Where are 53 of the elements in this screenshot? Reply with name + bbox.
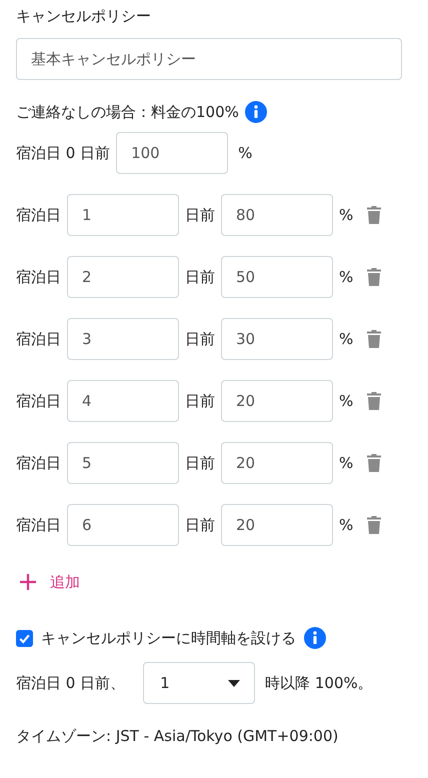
percent-unit: % (339, 206, 354, 224)
info-icon[interactable] (244, 101, 267, 123)
policy-name-field[interactable]: 基本キャンセルポリシー (16, 38, 402, 80)
row-label: 宿泊日 (16, 392, 61, 410)
section-title: キャンセルポリシー (16, 6, 152, 27)
days-field[interactable]: 3 (67, 318, 179, 360)
days-unit: 日前 (185, 454, 215, 472)
no-contact-text: ご連絡なしの場合：料金の100% (16, 102, 239, 122)
days-unit: 日前 (185, 330, 215, 348)
row-label: 宿泊日 (16, 516, 61, 534)
add-button[interactable]: 追加 (16, 570, 84, 594)
percent-field[interactable]: 30 (221, 318, 333, 360)
row-label: 宿泊日 (16, 330, 61, 348)
plus-icon (20, 574, 36, 590)
timezone-text: タイムゾーン: JST - Asia/Tokyo (GMT+09:00) (16, 726, 340, 747)
trash-icon[interactable] (367, 392, 382, 410)
days-field[interactable]: 4 (67, 380, 179, 422)
percent-unit: % (339, 330, 354, 348)
row-label: 宿泊日 (16, 268, 61, 286)
percent-unit: % (339, 516, 354, 534)
percent-field[interactable]: 80 (221, 194, 333, 236)
percent-field[interactable]: 20 (221, 380, 333, 422)
trash-icon[interactable] (367, 330, 382, 348)
caret-icon (228, 680, 240, 686)
hour-select[interactable]: 1 (143, 662, 256, 704)
row-label: 宿泊日 0 日前 (16, 144, 110, 162)
trash-icon[interactable] (367, 268, 382, 286)
trash-icon[interactable] (367, 454, 382, 472)
percent-field[interactable]: 20 (221, 504, 333, 546)
checkbox[interactable] (16, 630, 33, 646)
days-unit: 日前 (185, 392, 215, 410)
days-unit: 日前 (185, 268, 215, 286)
days-field[interactable]: 5 (67, 442, 179, 484)
row-label: 宿泊日 (16, 454, 61, 472)
trash-icon[interactable] (367, 516, 382, 534)
percent-unit: % (339, 268, 354, 286)
days-unit: 日前 (185, 516, 215, 534)
info-icon[interactable] (304, 627, 326, 649)
rule-prefix: 宿泊日 0 日前、 (16, 674, 126, 692)
days-unit: 日前 (185, 206, 215, 224)
checkbox-label: キャンセルポリシーに時間軸を設ける (41, 628, 296, 648)
trash-icon[interactable] (367, 206, 382, 224)
days-field[interactable]: 2 (67, 256, 179, 298)
percent-field[interactable]: 20 (221, 442, 333, 484)
percent-unit: % (238, 144, 252, 162)
row-label: 宿泊日 (16, 206, 61, 224)
rule-suffix: 時以降 100%。 (265, 674, 373, 692)
percent-field[interactable]: 100 (116, 132, 228, 174)
percent-unit: % (339, 454, 354, 472)
percent-unit: % (339, 392, 354, 410)
percent-field[interactable]: 50 (221, 256, 333, 298)
days-field[interactable]: 1 (67, 194, 179, 236)
days-field[interactable]: 6 (67, 504, 179, 546)
